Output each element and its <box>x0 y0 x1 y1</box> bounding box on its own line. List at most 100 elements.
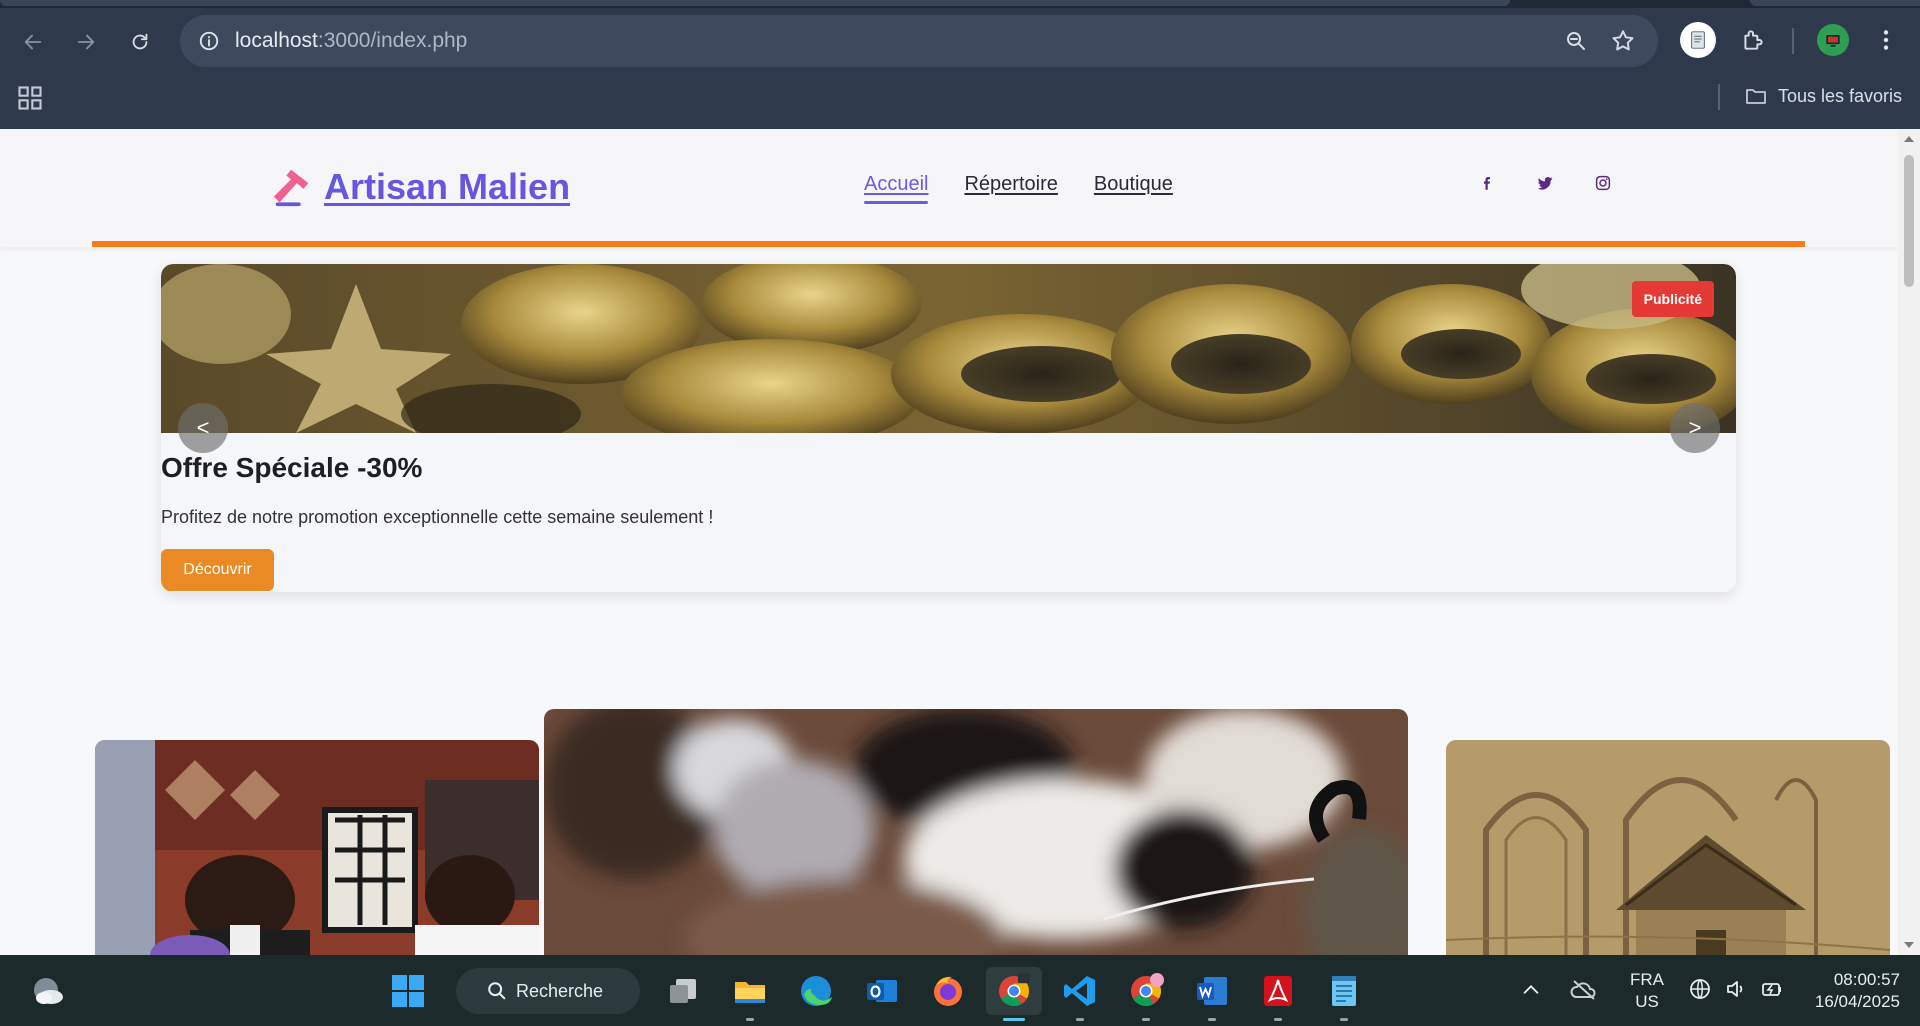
scrollbar-thumb[interactable] <box>1904 155 1914 287</box>
firefox-icon <box>934 976 962 1006</box>
address-bar[interactable]: localhost:3000/index.php <box>180 15 1658 67</box>
running-indicator <box>1076 1018 1084 1021</box>
taskbar-apps: Recherche <box>380 967 1382 1021</box>
weather-icon[interactable] <box>30 975 66 1007</box>
pdf-extension-button[interactable] <box>1678 20 1718 60</box>
edge-button[interactable] <box>788 967 844 1015</box>
task-view-icon <box>670 979 696 1003</box>
twitter-icon[interactable] <box>1535 173 1555 193</box>
language-indicator[interactable]: FRA US <box>1630 969 1664 1013</box>
word-icon <box>1197 977 1227 1005</box>
network-globe-icon <box>1690 979 1710 999</box>
edge-icon <box>801 976 832 1006</box>
running-indicator <box>1274 1018 1282 1021</box>
battery-charging-icon <box>1762 983 1781 996</box>
outlook-button[interactable] <box>854 967 910 1015</box>
chrome-button[interactable] <box>986 967 1042 1021</box>
back-button[interactable] <box>15 24 51 60</box>
forward-arrow-icon <box>77 34 95 50</box>
running-indicator <box>746 1018 754 1021</box>
taskbar-search[interactable]: Recherche <box>456 968 640 1014</box>
running-indicator <box>1142 1018 1150 1021</box>
gallery-image-artisans[interactable] <box>95 740 539 955</box>
file-explorer-button[interactable] <box>722 967 778 1021</box>
pdf-extension-icon <box>1680 22 1716 58</box>
firefox-button[interactable] <box>920 967 976 1015</box>
hammer-icon <box>273 169 309 207</box>
site-logo-text: Artisan Malien <box>324 166 571 207</box>
nav-link-accueil[interactable]: Accueil <box>864 173 929 204</box>
facebook-icon[interactable] <box>1477 173 1497 193</box>
chrome-icon <box>999 973 1030 1007</box>
windows-taskbar: Recherche FRA US 08:00:57 16/04/2025 <box>0 955 1920 1026</box>
running-indicator <box>1003 1018 1025 1021</box>
forward-button[interactable] <box>68 24 104 60</box>
extensions-button[interactable] <box>1733 20 1773 60</box>
word-button[interactable] <box>1184 967 1240 1021</box>
puzzle-icon <box>1744 30 1763 50</box>
notepad-button[interactable] <box>1316 967 1372 1021</box>
site-info-icon[interactable] <box>198 30 220 52</box>
vscode-button[interactable] <box>1052 967 1108 1021</box>
gallery-image-village[interactable] <box>1446 740 1890 955</box>
bookmarks-separator <box>1718 84 1720 110</box>
carousel-prev-button[interactable]: < <box>178 403 228 453</box>
carousel-next-button[interactable]: > <box>1670 403 1720 453</box>
url-text[interactable]: localhost:3000/index.php <box>235 29 467 53</box>
browser-menu-button[interactable] <box>1866 20 1906 60</box>
browser-chrome: localhost:3000/index.php Tous les favori… <box>0 0 1920 129</box>
toolbar-separator <box>1792 28 1794 54</box>
quick-settings[interactable] <box>1688 977 1784 1001</box>
keyboard-layout: US <box>1635 992 1659 1011</box>
tab-strip <box>0 0 1920 8</box>
taskbar-search-label: Recherche <box>516 980 604 1001</box>
apps-grid-icon[interactable] <box>16 84 44 112</box>
clock[interactable]: 08:00:57 16/04/2025 <box>1782 969 1900 1013</box>
zoom-icon[interactable] <box>1564 29 1588 53</box>
nav-link-repertoire[interactable]: Répertoire <box>964 173 1057 204</box>
all-bookmarks-label: Tous les favoris <box>1778 85 1903 106</box>
acrobat-icon <box>1264 976 1292 1006</box>
task-view-button[interactable] <box>656 967 712 1015</box>
page-viewport: Artisan Malien Accueil Répertoire Boutiq… <box>0 129 1898 955</box>
scroll-up-icon[interactable] <box>1903 133 1915 145</box>
onedrive-icon[interactable] <box>1570 977 1598 1003</box>
all-bookmarks-button[interactable]: Tous les favoris <box>1744 84 1902 108</box>
running-indicator <box>1340 1018 1348 1021</box>
instagram-icon[interactable] <box>1593 173 1613 193</box>
acrobat-button[interactable] <box>1250 967 1306 1021</box>
ad-description: Profitez de notre promotion exceptionnel… <box>161 507 714 527</box>
ad-image-crafts[interactable]: Publicité <box>161 264 1736 433</box>
nav-link-boutique[interactable]: Boutique <box>1094 173 1173 204</box>
url-host: localhost <box>235 29 318 52</box>
start-button[interactable] <box>380 967 436 1015</box>
folder-icon <box>735 982 765 1003</box>
ad-badge: Publicité <box>1631 281 1714 317</box>
discover-button[interactable]: Découvrir <box>161 549 274 591</box>
folder-icon <box>1746 89 1766 104</box>
scroll-down-icon[interactable] <box>1903 939 1915 951</box>
running-indicator <box>1208 1018 1216 1021</box>
site-logo[interactable]: Artisan Malien <box>270 164 570 210</box>
active-tab[interactable] <box>0 0 1510 6</box>
page-scrollbar[interactable] <box>1898 129 1920 955</box>
profile-button[interactable] <box>1813 20 1853 60</box>
new-tab-area[interactable] <box>1750 0 1920 6</box>
chevron-up-icon[interactable] <box>1520 979 1542 1001</box>
reload-icon <box>132 33 148 50</box>
volume-icon <box>1727 981 1743 997</box>
bookmark-star-icon[interactable] <box>1610 28 1636 54</box>
reload-button[interactable] <box>122 24 158 60</box>
outlook-icon <box>867 980 897 1002</box>
chrome-profile-icon <box>1131 973 1164 1007</box>
vscode-icon <box>1064 976 1095 1006</box>
ad-carousel: Publicité Offre Spéciale -30% Profitez d… <box>161 264 1736 592</box>
clock-time: 08:00:57 <box>1833 970 1900 989</box>
ad-title: Offre Spéciale -30% <box>161 452 423 483</box>
three-dots-icon <box>1883 30 1889 50</box>
chrome-profile-button[interactable] <box>1118 967 1174 1021</box>
clock-date: 16/04/2025 <box>1814 992 1900 1011</box>
main-nav: Accueil Répertoire Boutique <box>864 173 1173 204</box>
gallery-image-featured[interactable] <box>544 709 1408 955</box>
profile-avatar <box>1817 24 1849 56</box>
